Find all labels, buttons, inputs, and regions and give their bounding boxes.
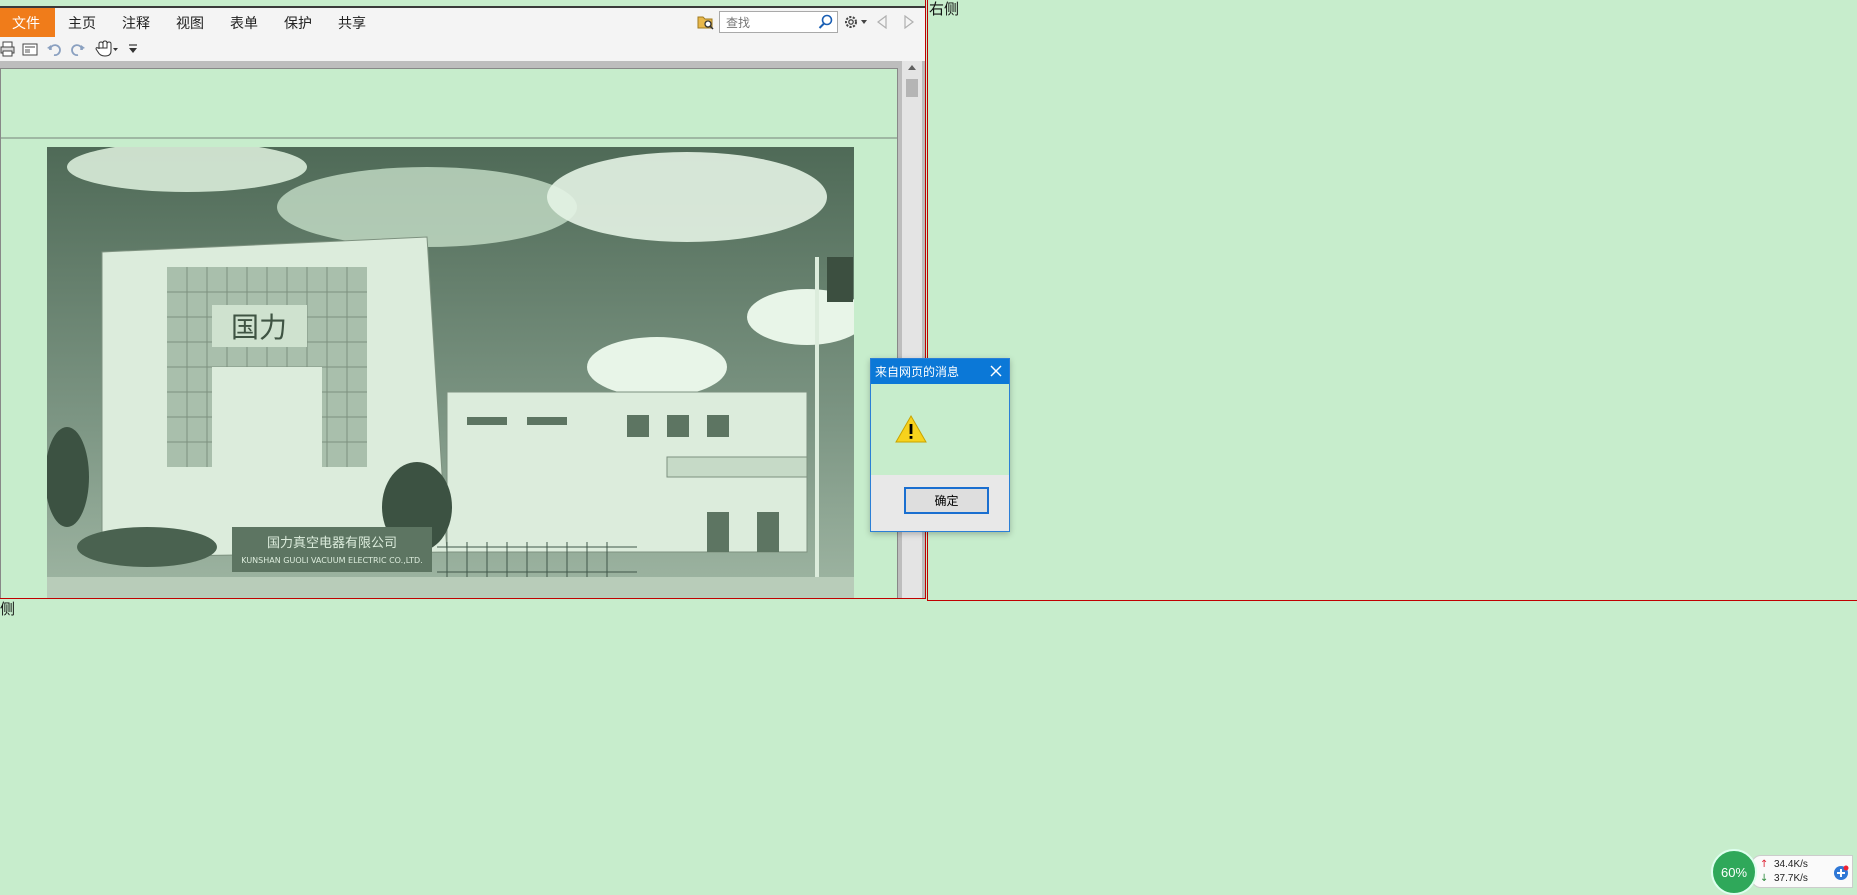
alert-dialog: 来自网页的消息 确定 (870, 358, 1010, 532)
warning-icon (895, 414, 927, 443)
search-icon[interactable] (818, 14, 834, 30)
ribbon-tabs: 文件 主页 注释 视图 表单 保护 共享 (0, 8, 379, 37)
tab-file[interactable]: 文件 (0, 8, 55, 37)
hand-tool-icon[interactable] (95, 40, 119, 58)
download-speed: 37.7K/s (1774, 873, 1808, 884)
svg-text:国力真空电器有限公司: 国力真空电器有限公司 (267, 536, 397, 551)
page-divider (1, 137, 897, 139)
pdf-page: 国力 国力真空电器有限公司 KUNSHAN GUOLI VACUUM ELECT… (0, 68, 898, 598)
dialog-titlebar[interactable]: 来自网页的消息 (871, 359, 1009, 384)
triangle-right-icon[interactable] (903, 15, 915, 29)
factory-photo: 国力 国力真空电器有限公司 KUNSHAN GUOLI VACUUM ELECT… (47, 147, 854, 598)
memory-usage-badge[interactable]: 60% (1711, 849, 1757, 895)
ribbon-bar: 文件 主页 注释 视图 表单 保护 共享 (0, 6, 925, 37)
download-arrow-icon: ↓ (1760, 873, 1769, 884)
triangle-left-icon[interactable] (876, 15, 888, 29)
document-area: 国力 国力真空电器有限公司 KUNSHAN GUOLI VACUUM ELECT… (0, 61, 925, 598)
right-frame: 右侧 (927, 0, 1857, 601)
gear-icon[interactable] (843, 14, 869, 30)
network-speed-widget[interactable]: ↑ 34.4K/s ↓ 37.7K/s 60% (1711, 849, 1857, 895)
ok-button[interactable]: 确定 (904, 487, 989, 514)
quick-access-toolbar (0, 37, 925, 61)
dropdown-arrow-icon[interactable] (128, 43, 138, 55)
upload-speed: 34.4K/s (1774, 859, 1808, 870)
svg-text:KUNSHAN GUOLI VACUUM ELECTRIC: KUNSHAN GUOLI VACUUM ELECTRIC CO.,LTD. (241, 556, 422, 565)
left-frame: 文件 主页 注释 视图 表单 保护 共享 查找 国力 国力真空电器有限公司 KU… (0, 0, 926, 599)
close-icon[interactable] (989, 364, 1003, 378)
accelerate-icon[interactable] (1833, 865, 1849, 881)
scrollbar-thumb[interactable] (906, 79, 918, 97)
scroll-up-icon[interactable] (907, 63, 917, 73)
search-input[interactable] (724, 13, 820, 33)
page-icon[interactable] (22, 41, 38, 57)
left-frame-label: 侧 (0, 600, 16, 618)
tab-share[interactable]: 共享 (325, 8, 379, 37)
tab-form[interactable]: 表单 (217, 8, 271, 37)
tab-home[interactable]: 主页 (55, 8, 109, 37)
folder-search-icon[interactable] (697, 14, 715, 30)
dialog-title: 来自网页的消息 (875, 365, 960, 379)
print-icon[interactable] (0, 41, 16, 57)
tab-view[interactable]: 视图 (163, 8, 217, 37)
dialog-footer: 确定 (871, 475, 1009, 531)
tab-protect[interactable]: 保护 (271, 8, 325, 37)
redo-icon[interactable] (70, 41, 86, 57)
undo-icon[interactable] (46, 41, 62, 57)
tab-comment[interactable]: 注释 (109, 8, 163, 37)
upload-arrow-icon: ↑ (1760, 859, 1769, 870)
search-field[interactable] (719, 11, 838, 33)
right-frame-label: 右侧 (929, 0, 960, 18)
network-speed-panel: ↑ 34.4K/s ↓ 37.7K/s (1751, 855, 1853, 888)
svg-text:国力: 国力 (231, 311, 287, 344)
